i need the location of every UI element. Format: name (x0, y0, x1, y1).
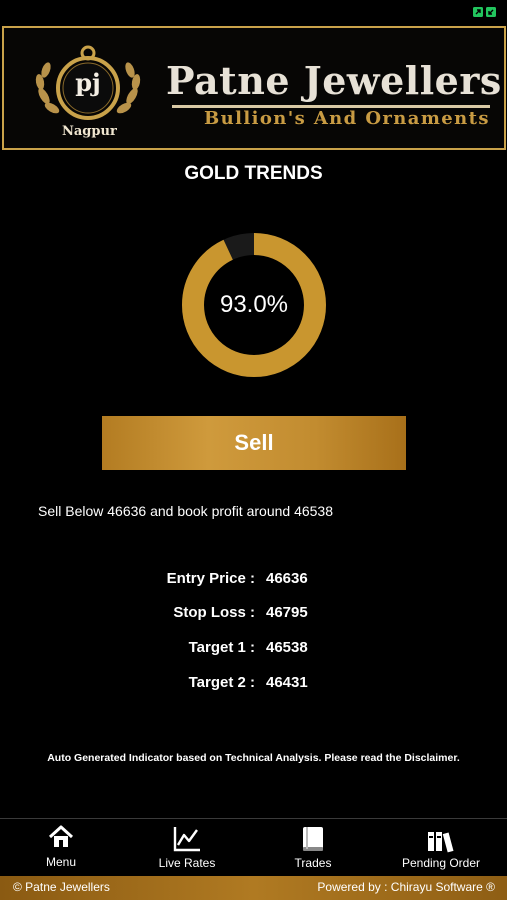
level-row-target-1: Target 1 : 46538 (0, 639, 507, 661)
trade-advice: Sell Below 46636 and book profit around … (38, 503, 333, 519)
disclaimer-text[interactable]: Auto Generated Indicator based on Techni… (0, 752, 507, 764)
level-label: Stop Loss : (173, 604, 255, 621)
tab-label: Live Rates (158, 856, 216, 870)
tab-live-rates[interactable]: Live Rates (126, 819, 248, 877)
level-value: 46795 (266, 604, 308, 621)
status-bar (0, 0, 507, 24)
chart-icon (173, 827, 200, 852)
tab-trades[interactable]: Trades (252, 819, 374, 877)
tab-label: Menu (45, 855, 77, 869)
tab-label: Pending Order (401, 856, 481, 870)
brand-banner: pj Nagpur Patne Jewellers Bullion's And … (2, 26, 506, 150)
powered-by-text[interactable]: Powered by : Chirayu Software ® (317, 880, 495, 894)
tab-menu[interactable]: Menu (0, 819, 122, 877)
level-row-entry: Entry Price : 46636 (0, 570, 507, 592)
home-icon (48, 825, 74, 847)
brand-subtitle: Bullion's And Ornaments (204, 108, 490, 129)
footer-bar: © Patne Jewellers Powered by : Chirayu S… (0, 876, 507, 900)
copyright-text: © Patne Jewellers (13, 880, 110, 894)
level-label: Target 1 : (188, 639, 255, 656)
level-label: Target 2 : (188, 674, 255, 691)
expand-arrows-icon (473, 7, 496, 17)
trend-percent: 93.0% (219, 291, 289, 318)
book-icon (303, 827, 323, 851)
logo-monogram: pj (75, 68, 101, 97)
level-value: 46636 (266, 570, 308, 587)
level-label: Entry Price : (166, 570, 255, 587)
level-value: 46431 (266, 674, 308, 691)
tab-pending-order[interactable]: Pending Order (378, 819, 504, 877)
level-value: 46538 (266, 639, 308, 656)
level-row-stop-loss: Stop Loss : 46795 (0, 604, 507, 626)
page-title: GOLD TRENDS (184, 163, 323, 184)
brand-city: Nagpur (62, 124, 117, 139)
brand-title: Patne Jewellers (166, 58, 502, 103)
level-row-target-2: Target 2 : 46431 (0, 674, 507, 696)
books-icon (428, 832, 454, 853)
trend-gauge: 93.0% (179, 230, 329, 380)
tab-label: Trades (294, 856, 332, 870)
bottom-tab-bar: Menu Live Rates Trades Pending Order (0, 818, 507, 876)
sell-button[interactable]: Sell (102, 416, 406, 470)
